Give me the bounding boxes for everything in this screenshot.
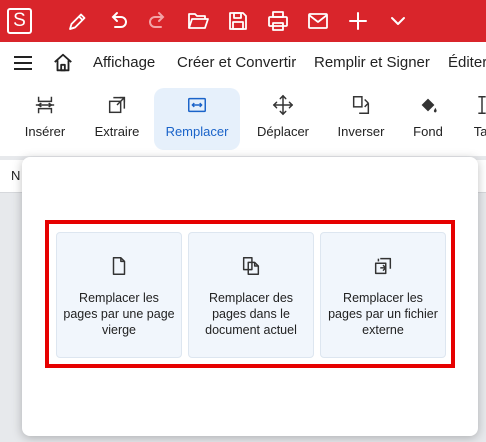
plus-icon[interactable] bbox=[346, 9, 370, 33]
undo-icon[interactable] bbox=[106, 9, 130, 33]
move-label: Déplacer bbox=[256, 124, 310, 139]
size-button[interactable]: Tai bbox=[462, 88, 486, 150]
menu-creer-et-convertir[interactable]: Créer et Convertir bbox=[177, 54, 296, 71]
app-logo: S bbox=[7, 8, 32, 34]
chevron-down-icon[interactable] bbox=[386, 9, 410, 33]
extract-button[interactable]: Extraire bbox=[86, 88, 148, 150]
print-icon[interactable] bbox=[266, 9, 290, 33]
document-strip-label: N bbox=[11, 168, 21, 183]
home-icon[interactable] bbox=[52, 52, 74, 74]
hamburger-menu-icon[interactable] bbox=[12, 54, 34, 72]
insert-label: Insérer bbox=[24, 124, 66, 139]
title-bar: S bbox=[0, 0, 486, 42]
highlight-box bbox=[45, 220, 455, 368]
insert-button[interactable]: Insérer bbox=[14, 88, 76, 150]
reverse-button[interactable]: Inverser bbox=[330, 88, 392, 150]
menu-affichage[interactable]: Affichage bbox=[93, 54, 155, 71]
move-button[interactable]: Déplacer bbox=[252, 88, 314, 150]
replace-label: Remplacer bbox=[165, 124, 229, 139]
size-label: Tai bbox=[473, 124, 486, 139]
folder-open-icon[interactable] bbox=[186, 9, 210, 33]
background-button[interactable]: Fond bbox=[404, 88, 452, 150]
menu-bar: Affichage Créer et Convertir Remplir et … bbox=[0, 42, 486, 84]
menu-remplir-et-signer[interactable]: Remplir et Signer bbox=[314, 54, 430, 71]
ribbon-toolbar: Insérer Extraire Remplacer Déplacer Inve… bbox=[0, 84, 486, 156]
save-icon[interactable] bbox=[226, 9, 250, 33]
background-label: Fond bbox=[413, 124, 443, 139]
replace-button[interactable]: Remplacer bbox=[154, 88, 240, 150]
redo-icon[interactable] bbox=[146, 9, 170, 33]
reverse-label: Inverser bbox=[337, 124, 385, 139]
extract-label: Extraire bbox=[94, 124, 140, 139]
menu-editer[interactable]: Éditer bbox=[448, 54, 486, 71]
pen-icon[interactable] bbox=[66, 9, 90, 33]
mail-icon[interactable] bbox=[306, 9, 330, 33]
